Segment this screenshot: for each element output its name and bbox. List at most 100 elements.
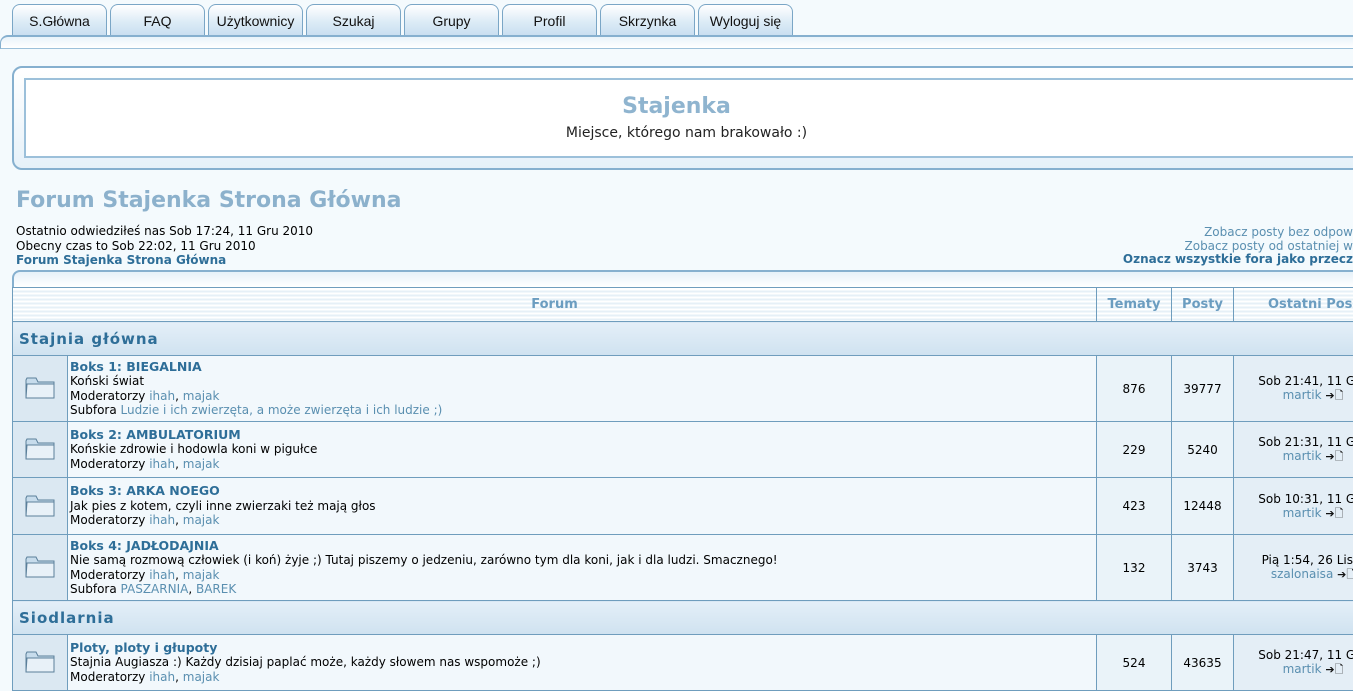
last-post-author[interactable]: martik bbox=[1283, 506, 1322, 520]
folder-icon bbox=[13, 535, 68, 601]
tab-groups[interactable]: Grupy bbox=[404, 4, 499, 36]
moderators-label: Moderatorzy bbox=[70, 513, 145, 527]
posts-count: 3743 bbox=[1172, 535, 1234, 601]
forum-row: Boks 2: AMBULATORIUM Końskie zdrowie i h… bbox=[13, 422, 1353, 478]
moderator-link[interactable]: majak bbox=[183, 513, 220, 527]
tab-users[interactable]: Użytkownicy bbox=[208, 4, 303, 36]
header-topics: Tematy bbox=[1097, 288, 1172, 322]
forum-name-link[interactable]: Ploty, ploty i głupoty bbox=[70, 641, 1094, 656]
subforum-link[interactable]: BAREK bbox=[196, 582, 236, 596]
forum-moderators: Moderatorzy ihah, majak bbox=[70, 389, 1094, 404]
folder-icon bbox=[13, 478, 68, 535]
category-title[interactable]: Siodlarnia bbox=[13, 601, 1353, 635]
forum-description: Końskie zdrowie i hodowla koni w pigułce bbox=[70, 442, 1094, 457]
last-post-date: Sob 21:41, 11 Gru bbox=[1234, 374, 1353, 388]
moderator-link[interactable]: ihah bbox=[149, 457, 175, 471]
last-post-author[interactable]: martik bbox=[1283, 662, 1322, 676]
moderators-label: Moderatorzy bbox=[70, 389, 145, 403]
last-post-author[interactable]: martik bbox=[1283, 449, 1322, 463]
subforum-link[interactable]: Ludzie i ich zwierzęta, a może zwierzęta… bbox=[121, 403, 443, 417]
subforums-label: Subfora bbox=[70, 403, 117, 417]
folder-icon bbox=[13, 356, 68, 422]
forum-description: Nie samą rozmową człowiek (i koń) żyje ;… bbox=[70, 553, 1094, 568]
last-post-cell: Pią 1:54, 26 Lis 2 szalonaisa ➔🗋 bbox=[1234, 535, 1353, 601]
current-time-text: Obecny czas to Sob 22:02, 11 Gru 2010 bbox=[16, 239, 313, 254]
moderator-link[interactable]: majak bbox=[183, 457, 220, 471]
category-row: Stajnia główna bbox=[13, 322, 1353, 356]
topics-count: 229 bbox=[1097, 422, 1172, 478]
tab-inbox[interactable]: Skrzynka bbox=[600, 4, 695, 36]
forum-moderators: Moderatorzy ihah, majak bbox=[70, 568, 1094, 583]
posts-count: 39777 bbox=[1172, 356, 1234, 422]
forum-description-cell: Boks 1: BIEGALNIA Koński świat Moderator… bbox=[68, 356, 1097, 422]
tab-profile[interactable]: Profil bbox=[502, 4, 597, 36]
moderators-label: Moderatorzy bbox=[70, 457, 145, 471]
subforums-label: Subfora bbox=[70, 582, 117, 596]
forum-name-link[interactable]: Boks 3: ARKA NOEGO bbox=[70, 484, 1094, 499]
forum-description-cell: Boks 4: JADŁODAJNIA Nie samą rozmową czł… bbox=[68, 535, 1097, 601]
forum-name-link[interactable]: Boks 4: JADŁODAJNIA bbox=[70, 539, 1094, 554]
mark-all-read-link[interactable]: Oznacz wszystkie fora jako przecz bbox=[1123, 253, 1353, 267]
site-description: Miejsce, którego nam brakowało :) bbox=[0, 125, 1353, 141]
moderator-link[interactable]: majak bbox=[183, 389, 220, 403]
last-post-cell: Sob 21:47, 11 Gru martik ➔🗋 bbox=[1234, 635, 1353, 691]
subforum-link[interactable]: PASZARNIA bbox=[121, 582, 189, 596]
goto-last-post-icon[interactable]: ➔🗋 bbox=[1325, 507, 1343, 521]
new-posts-link[interactable]: Zobacz posty od ostatniej w bbox=[1123, 240, 1353, 254]
moderator-link[interactable]: ihah bbox=[149, 568, 175, 582]
forum-description: Stajnia Augiasza :) Każdy dzisiaj paplać… bbox=[70, 655, 1094, 670]
tab-faq[interactable]: FAQ bbox=[110, 4, 205, 36]
last-post-cell: Sob 21:41, 11 Gru martik ➔🗋 bbox=[1234, 356, 1353, 422]
forum-description-cell: Boks 2: AMBULATORIUM Końskie zdrowie i h… bbox=[68, 422, 1097, 478]
forum-name-link[interactable]: Boks 2: AMBULATORIUM bbox=[70, 428, 1094, 443]
topics-count: 132 bbox=[1097, 535, 1172, 601]
forum-table: Forum Tematy Posty Ostatni Pos Stajnia g… bbox=[12, 287, 1353, 691]
forum-description: Koński świat bbox=[70, 374, 1094, 389]
goto-last-post-icon[interactable]: ➔🗋 bbox=[1337, 568, 1353, 582]
last-post-date: Sob 21:47, 11 Gru bbox=[1234, 648, 1353, 662]
search-links: Zobacz posty bez odpow Zobacz posty od o… bbox=[1123, 226, 1353, 267]
moderators-label: Moderatorzy bbox=[70, 568, 145, 582]
tabbar-divider bbox=[0, 35, 1353, 49]
category-title[interactable]: Stajnia główna bbox=[13, 322, 1353, 356]
last-post-date: Pią 1:54, 26 Lis 2 bbox=[1234, 553, 1353, 567]
forum-subforums: Subfora PASZARNIA, BAREK bbox=[70, 582, 1094, 597]
goto-last-post-icon[interactable]: ➔🗋 bbox=[1325, 450, 1343, 464]
unanswered-posts-link[interactable]: Zobacz posty bez odpow bbox=[1123, 226, 1353, 240]
last-post-cell: Sob 21:31, 11 Gru martik ➔🗋 bbox=[1234, 422, 1353, 478]
posts-count: 5240 bbox=[1172, 422, 1234, 478]
posts-count: 12448 bbox=[1172, 478, 1234, 535]
site-title[interactable]: Stajenka bbox=[0, 94, 1353, 119]
tab-logout[interactable]: Wyloguj się bbox=[698, 4, 793, 36]
folder-icon bbox=[13, 635, 68, 691]
category-row: Siodlarnia bbox=[13, 601, 1353, 635]
folder-icon bbox=[13, 422, 68, 478]
table-cap bbox=[12, 270, 1353, 288]
forum-row: Ploty, ploty i głupoty Stajnia Augiasza … bbox=[13, 635, 1353, 691]
visit-info: Ostatnio odwiedziłeś nas Sob 17:24, 11 G… bbox=[16, 224, 313, 268]
last-post-author[interactable]: martik bbox=[1283, 388, 1322, 402]
forum-subforums: Subfora Ludzie i ich zwierzęta, a może z… bbox=[70, 403, 1094, 418]
last-post-author[interactable]: szalonaisa bbox=[1271, 567, 1333, 581]
header-forum: Forum bbox=[13, 288, 1097, 322]
header-posts: Posty bbox=[1172, 288, 1234, 322]
header-last-post: Ostatni Pos bbox=[1234, 288, 1353, 322]
goto-last-post-icon[interactable]: ➔🗋 bbox=[1325, 389, 1343, 403]
last-post-date: Sob 21:31, 11 Gru bbox=[1234, 435, 1353, 449]
top-nav-tabs: S.Główna FAQ Użytkownicy Szukaj Grupy Pr… bbox=[12, 4, 796, 36]
topics-count: 524 bbox=[1097, 635, 1172, 691]
breadcrumb[interactable]: Forum Stajenka Strona Główna bbox=[16, 253, 313, 268]
forum-name-link[interactable]: Boks 1: BIEGALNIA bbox=[70, 360, 1094, 375]
goto-last-post-icon[interactable]: ➔🗋 bbox=[1325, 663, 1343, 677]
forum-moderators: Moderatorzy ihah, majak bbox=[70, 457, 1094, 472]
moderator-link[interactable]: majak bbox=[183, 568, 220, 582]
posts-count: 43635 bbox=[1172, 635, 1234, 691]
last-post-cell: Sob 10:31, 11 Gru martik ➔🗋 bbox=[1234, 478, 1353, 535]
tab-home[interactable]: S.Główna bbox=[12, 4, 107, 36]
forum-description-cell: Boks 3: ARKA NOEGO Jak pies z kotem, czy… bbox=[68, 478, 1097, 535]
forum-moderators: Moderatorzy ihah, majak bbox=[70, 513, 1094, 528]
page-title[interactable]: Forum Stajenka Strona Główna bbox=[16, 188, 401, 213]
moderator-link[interactable]: ihah bbox=[149, 513, 175, 527]
moderator-link[interactable]: ihah bbox=[149, 389, 175, 403]
tab-search[interactable]: Szukaj bbox=[306, 4, 401, 36]
